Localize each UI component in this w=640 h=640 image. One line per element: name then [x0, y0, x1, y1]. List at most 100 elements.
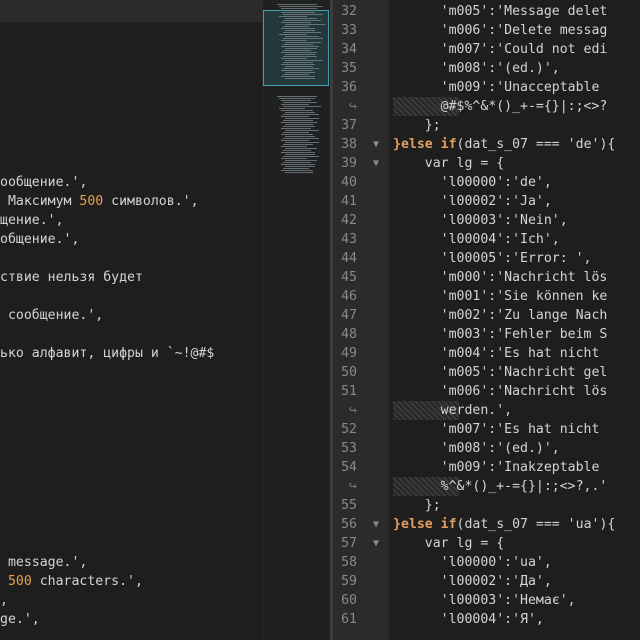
line-number: 32	[341, 4, 357, 19]
line-number: 38	[341, 137, 357, 152]
code-line: 43 'l00004':'Ich',	[333, 230, 640, 249]
code-text: 'm008':'(ed.)',	[393, 441, 560, 456]
minimap-line	[281, 64, 315, 65]
minimap-line	[285, 160, 317, 161]
minimap-line	[283, 38, 323, 39]
line-number: 47	[341, 308, 357, 323]
code-text: };	[393, 498, 441, 513]
code-line: 59 'l00002':'Да',	[333, 572, 640, 591]
right-editor-pane[interactable]: 32 'm005':'Message delet 33 'm006':'Delet…	[333, 0, 640, 640]
code-text: 'm006':'Delete messag	[393, 23, 608, 38]
code-line: Максимум 500 символов.',	[0, 192, 199, 211]
minimap-line	[283, 114, 319, 115]
code-line: 34 'm007':'Could not edi	[333, 40, 640, 59]
minimap-line	[285, 172, 313, 173]
minimap-line	[281, 164, 315, 165]
code-line: 47 'm002':'Zu lange Nach	[333, 306, 640, 325]
code-text: 'l00004':'Ich',	[393, 232, 560, 247]
minimap-line	[281, 134, 313, 135]
minimap-line	[283, 26, 309, 27]
minimap-line	[281, 140, 309, 141]
code-line: 54 'm009':'Inakzeptable	[333, 458, 640, 477]
code-line: 50 'm005':'Nachricht gel	[333, 363, 640, 382]
minimap-line	[285, 36, 319, 37]
code-text: 'm003':'Fehler beim S	[393, 327, 608, 342]
code-line: 45 'm000':'Nachricht lös	[333, 268, 640, 287]
code-keyword: }else if	[393, 517, 457, 532]
minimap-line	[283, 10, 313, 11]
code-text: var lg = {	[393, 536, 505, 551]
line-number: 56	[341, 517, 357, 532]
line-number: 39	[341, 156, 357, 171]
minimap-line	[283, 162, 311, 163]
code-line: ствие нельзя будет	[0, 270, 143, 285]
code-text: %^&*()_+-={}|:;<>?,.'	[393, 479, 608, 494]
minimap-line	[279, 34, 307, 35]
minimap-line	[281, 116, 309, 117]
code-text: }else if(dat_s_07 === 'ua'){	[393, 515, 615, 534]
code-line: щение.',	[0, 213, 64, 228]
line-number: 50	[341, 365, 357, 380]
line-number: 49	[341, 346, 357, 361]
line-number: 37	[341, 118, 357, 133]
minimap-line	[285, 112, 315, 113]
code-text: (dat_s_07 === 'de'){	[456, 137, 616, 152]
minimap-line	[281, 70, 313, 71]
line-number: 60	[341, 593, 357, 608]
code-text: 'm009':'Unacceptable	[393, 80, 600, 95]
code-line: 51 'm006':'Nachricht lös	[333, 382, 640, 401]
minimap-line	[283, 32, 321, 33]
code-text: 'l00002':'Ja',	[393, 194, 552, 209]
code-line: 58 'l00000':'ua',	[333, 553, 640, 572]
minimap-line	[285, 60, 323, 61]
code-number-literal: 500	[7, 574, 32, 589]
line-number: 54	[341, 460, 357, 475]
code-number-literal: 500	[79, 194, 104, 209]
line-number: 44	[341, 251, 357, 266]
code-line: 40 'l00000':'de',	[333, 173, 640, 192]
code-line: общение.',	[0, 232, 80, 247]
code-line: сообщение.',	[0, 308, 104, 323]
minimap-line	[283, 138, 319, 139]
minimap-line	[283, 102, 317, 103]
wrap-indicator-icon: ↪	[349, 99, 357, 114]
code-line: ge.',	[0, 612, 40, 627]
minimap[interactable]	[262, 0, 329, 640]
line-number: 41	[341, 194, 357, 209]
code-line: 39 ▼ var lg = {	[333, 154, 640, 173]
fold-arrow-icon[interactable]: ▼	[369, 534, 383, 553]
code-line: 52 'm007':'Es hat nicht	[333, 420, 640, 439]
code-line: 38 ▼}else if(dat_s_07 === 'de'){	[333, 135, 640, 154]
minimap-line	[277, 4, 317, 5]
code-text: var lg = {	[393, 156, 505, 171]
minimap-line	[281, 100, 311, 101]
minimap-line	[285, 18, 317, 19]
minimap-line	[281, 104, 309, 105]
line-number: 57	[341, 536, 357, 551]
minimap-line	[281, 128, 311, 129]
minimap-line	[281, 58, 307, 59]
line-number: 33	[341, 23, 357, 38]
minimap-line	[285, 30, 315, 31]
code-line: 53 'm008':'(ed.)',	[333, 439, 640, 458]
code-line: 48 'm003':'Fehler beim S	[333, 325, 640, 344]
line-number: 52	[341, 422, 357, 437]
code-line: 33 'm006':'Delete messag	[333, 21, 640, 40]
code-text: 'm009':'Inakzeptable	[393, 460, 600, 475]
code-line: 500 characters.',	[0, 572, 143, 591]
code-line: 61 'l00004':'Я',	[333, 610, 640, 629]
minimap-line	[283, 120, 313, 121]
minimap-line	[279, 6, 323, 7]
minimap-line	[285, 48, 317, 49]
code-text: 'm005':'Message delet	[393, 4, 608, 19]
fold-arrow-icon[interactable]: ▼	[369, 154, 383, 173]
code-text: 'l00003':'Nein',	[393, 213, 568, 228]
fold-arrow-icon[interactable]: ▼	[369, 515, 383, 534]
code-text: 'm007':'Es hat nicht	[393, 422, 600, 437]
code-text: 'm007':'Could not edi	[393, 42, 608, 57]
code-text: 'm008':'(ed.)',	[393, 61, 560, 76]
code-text: 'm005':'Nachricht gel	[393, 365, 608, 380]
minimap-line	[283, 50, 311, 51]
fold-arrow-icon[interactable]: ▼	[369, 135, 383, 154]
